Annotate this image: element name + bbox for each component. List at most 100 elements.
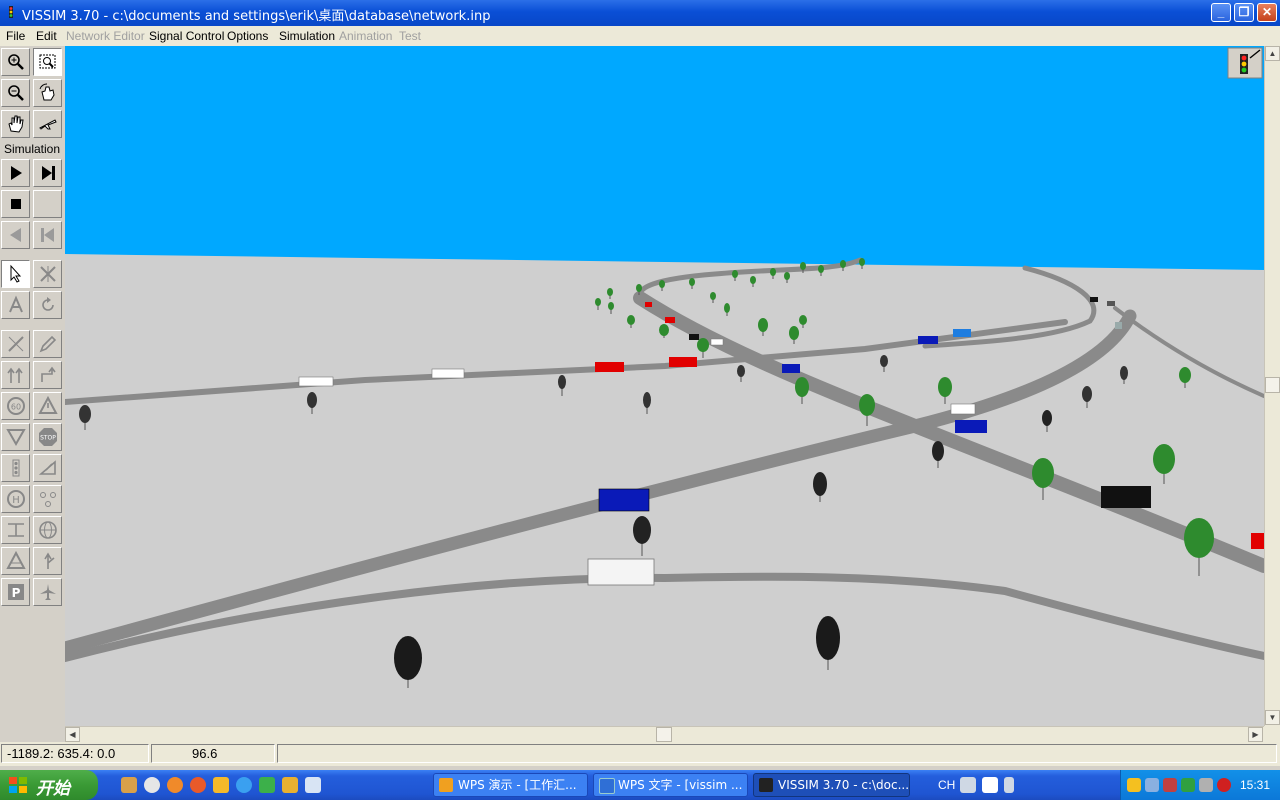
tray-disconnected-icon[interactable] — [1163, 778, 1177, 792]
tray-antivirus-icon[interactable] — [1217, 778, 1231, 792]
wps-writer-icon — [599, 778, 615, 794]
scroll-left-button[interactable]: ◀ — [65, 727, 80, 742]
pavement-marking-tool-button[interactable] — [1, 547, 30, 575]
horizontal-scrollbar[interactable]: ◀ ▶ — [65, 726, 1264, 742]
taskbar-item-wps-writer[interactable]: WPS 文字 - [vissim ... — [593, 773, 748, 797]
windows-logo-icon — [9, 777, 27, 793]
taskbar-item-wps-presentation[interactable]: WPS 演示 - [工作汇... — [433, 773, 588, 797]
tray-device-icon[interactable] — [1199, 778, 1213, 792]
connector-icon — [8, 336, 24, 352]
transit-stop-tool-button[interactable]: H — [1, 485, 30, 513]
keyboard-icon[interactable] — [960, 777, 976, 793]
scrollbar-corner — [1264, 726, 1280, 742]
arrow-left-icon: ◀ — [69, 730, 76, 739]
speed-tool-button[interactable]: 60 — [1, 392, 30, 420]
quicklaunch-green-icon[interactable] — [259, 777, 275, 793]
vehicle-red-truck — [1251, 533, 1264, 549]
transit-line-tool-button[interactable] — [33, 485, 62, 513]
close-button[interactable]: ✕ — [1257, 3, 1277, 22]
network-3d-viewport[interactable] — [65, 46, 1264, 726]
menu-file[interactable]: File — [6, 29, 25, 43]
stop-sign-tool-button[interactable]: STOP — [33, 423, 62, 451]
quicklaunch-shield-icon[interactable] — [282, 777, 298, 793]
traffic-light-icon — [12, 459, 20, 477]
taskbar-clock[interactable]: 15:31 — [1240, 778, 1270, 792]
menu-test: Test — [399, 29, 422, 43]
menu-signal-control[interactable]: Signal Control — [149, 29, 224, 43]
start-button[interactable]: 开始 — [0, 770, 98, 800]
links-tool-button[interactable] — [33, 260, 62, 288]
vehicle-blue-truck — [955, 420, 987, 433]
stop-button[interactable] — [1, 190, 30, 218]
text-a-icon — [9, 295, 23, 313]
parking-tool-button[interactable]: P — [1, 578, 30, 606]
vissim-app-icon[interactable] — [4, 5, 18, 19]
globe-tool-button[interactable] — [33, 516, 62, 544]
menu-simulation[interactable]: Simulation — [279, 29, 335, 43]
quicklaunch-firefox-icon[interactable] — [190, 777, 206, 793]
restore-button[interactable]: ❐ — [1234, 3, 1254, 22]
detector-tool-button[interactable] — [33, 454, 62, 482]
svg-text:H: H — [12, 495, 20, 506]
minimize-button[interactable]: _ — [1211, 3, 1231, 22]
scroll-right-button[interactable]: ▶ — [1248, 727, 1263, 742]
pen-tool-button[interactable] — [33, 330, 62, 358]
quicklaunch-penguin-icon[interactable] — [121, 777, 137, 793]
warning-tool-button[interactable] — [33, 392, 62, 420]
signal-control-widget[interactable] — [1227, 47, 1263, 79]
quicklaunch-app-icon[interactable] — [305, 777, 321, 793]
language-indicator[interactable]: CH — [938, 778, 955, 792]
connector-tool-button[interactable] — [1, 330, 30, 358]
step-back-icon — [41, 228, 54, 242]
tray-green-icon[interactable] — [1181, 778, 1195, 792]
quicklaunch-media-icon[interactable] — [144, 777, 160, 793]
play-reverse-button — [1, 221, 30, 249]
rotate-tool-button[interactable] — [33, 291, 62, 319]
horizontal-scroll-thumb[interactable] — [656, 727, 672, 742]
quicklaunch-folder-icon[interactable] — [213, 777, 229, 793]
ime-options-icon[interactable] — [1004, 777, 1014, 793]
task-label: VISSIM 3.70 - c:\doc... — [778, 778, 910, 792]
signal-head-tool-button[interactable] — [1, 454, 30, 482]
rotate-hand-icon — [39, 83, 55, 101]
aircraft-tool-button[interactable] — [33, 578, 62, 606]
zoom-window-button[interactable] — [33, 48, 62, 76]
lane-arrows-icon — [44, 552, 55, 569]
tray-network-icon[interactable] — [1145, 778, 1159, 792]
taskbar-item-vissim[interactable]: VISSIM 3.70 - c:\doc... — [753, 773, 910, 797]
minimize-icon: _ — [1217, 5, 1225, 19]
section-icon — [8, 523, 24, 537]
zoom-in-icon — [8, 54, 24, 70]
quicklaunch-browser-icon[interactable] — [167, 777, 183, 793]
select-tool-button[interactable] — [1, 260, 30, 288]
lane-arrow-tool-button[interactable] — [33, 547, 62, 575]
menu-bar: File Edit Network Editor Signal Control … — [0, 26, 1280, 46]
stop-sign-icon: STOP — [39, 428, 57, 446]
yield-tool-button[interactable] — [1, 423, 30, 451]
vertical-scroll-thumb[interactable] — [1265, 377, 1280, 393]
vertical-scrollbar[interactable]: ▲ ▼ — [1264, 46, 1280, 726]
routing-tool-button[interactable] — [1, 361, 30, 389]
title-bar: VISSIM 3.70 - c:\documents and settings\… — [0, 0, 1280, 26]
label-tool-button[interactable] — [1, 291, 30, 319]
scroll-up-button[interactable]: ▲ — [1265, 46, 1280, 61]
help-icon[interactable] — [982, 777, 998, 793]
play-button[interactable] — [1, 159, 30, 187]
single-step-button[interactable] — [33, 159, 62, 187]
parking-lot-tool-button[interactable] — [1, 516, 30, 544]
close-icon: ✕ — [1261, 5, 1273, 19]
scroll-down-button[interactable]: ▼ — [1265, 710, 1280, 725]
quicklaunch-ie-icon[interactable] — [236, 777, 252, 793]
turn-tool-button[interactable] — [33, 361, 62, 389]
zoom-in-button[interactable] — [1, 48, 30, 76]
vehicle-red-car — [645, 302, 652, 307]
vehicle-blue-truck — [782, 364, 800, 373]
task-label: WPS 演示 - [工作汇... — [458, 778, 577, 792]
tray-qq-icon[interactable] — [1127, 778, 1141, 792]
fly-button[interactable] — [33, 110, 62, 138]
zoom-out-button[interactable] — [1, 79, 30, 107]
menu-options[interactable]: Options — [227, 29, 268, 43]
rotate-view-button[interactable] — [33, 79, 62, 107]
menu-edit[interactable]: Edit — [36, 29, 57, 43]
pan-button[interactable] — [1, 110, 30, 138]
